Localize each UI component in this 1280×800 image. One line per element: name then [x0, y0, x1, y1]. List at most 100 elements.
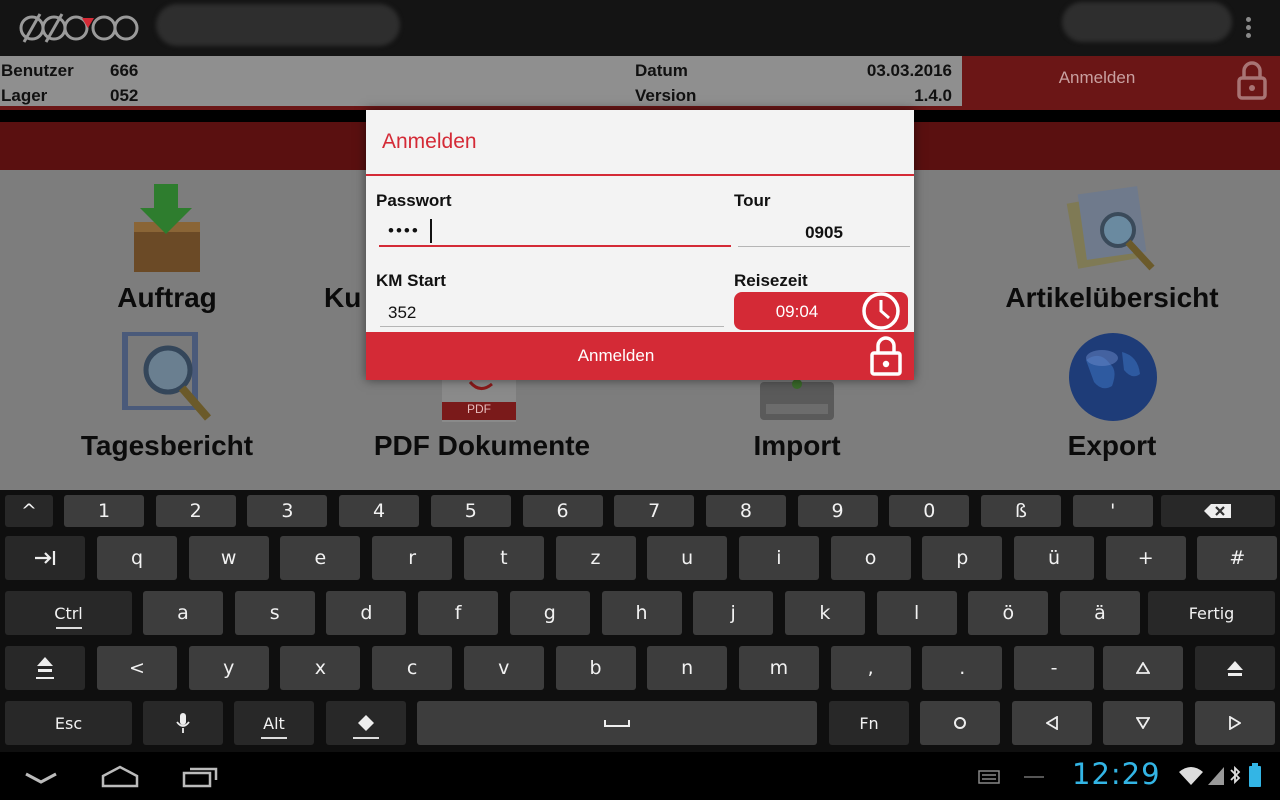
status-clock: 12:29 — [1072, 757, 1161, 791]
key-1[interactable]: 1 — [64, 495, 144, 527]
datum-value: 03.03.2016 — [866, 61, 952, 80]
key-0[interactable]: ^ — [5, 495, 53, 527]
arrow-right-key[interactable] — [1195, 701, 1275, 745]
fn-key[interactable]: Fn — [829, 701, 909, 745]
passwort-input[interactable]: •••• — [388, 221, 420, 241]
key-q[interactable]: q — [97, 536, 177, 580]
tour-underline — [738, 246, 910, 247]
key-h[interactable]: h — [601, 591, 682, 635]
microphone-icon — [176, 713, 190, 733]
tile-artikel-label[interactable]: Artikelübersicht — [994, 282, 1230, 314]
bluetooth-icon — [1230, 765, 1241, 785]
hide-keyboard-icon[interactable] — [24, 770, 58, 786]
key-i[interactable]: i — [738, 536, 819, 580]
key-2[interactable]: 2 — [155, 495, 236, 527]
key-8[interactable]: m — [738, 646, 819, 690]
key-5[interactable]: v — [463, 646, 544, 690]
key-10[interactable]: . — [922, 646, 1003, 690]
tile-tagesbericht-label[interactable]: Tagesbericht — [60, 430, 274, 462]
key-p[interactable]: p — [922, 536, 1003, 580]
key-3[interactable]: x — [280, 646, 361, 690]
km-start-input[interactable]: 352 — [388, 303, 416, 323]
tab-key[interactable] — [5, 536, 85, 580]
esc-key[interactable]: Esc — [5, 701, 132, 745]
arrow-up-key[interactable] — [1103, 646, 1183, 690]
key-f[interactable]: f — [418, 591, 499, 635]
km-start-label: KM Start — [376, 271, 446, 290]
tile-kunden-label[interactable]: Ku — [324, 282, 368, 314]
key-11[interactable]: - — [1014, 646, 1094, 690]
shift-key[interactable] — [1195, 646, 1275, 690]
tour-input[interactable]: 0905 — [738, 223, 910, 243]
key-6[interactable]: 6 — [522, 495, 603, 527]
key-12[interactable]: ' — [1072, 495, 1153, 527]
globe-icon[interactable] — [1066, 330, 1160, 424]
tile-pdf-label[interactable]: PDF Dokumente — [350, 430, 614, 462]
article-overview-icon[interactable] — [1062, 184, 1162, 276]
space-key[interactable] — [417, 701, 817, 745]
voice-key[interactable] — [143, 701, 223, 745]
key-a[interactable]: a — [143, 591, 223, 635]
overflow-menu-icon[interactable] — [1240, 14, 1256, 42]
key-r[interactable]: r — [372, 536, 453, 580]
download-box-icon[interactable] — [128, 180, 204, 276]
version-value: 1.4.0 — [914, 86, 952, 105]
key-4[interactable]: c — [372, 646, 453, 690]
key-2[interactable]: y — [188, 646, 269, 690]
benutzer-label: Benutzer — [1, 61, 74, 80]
key-+[interactable]: + — [1105, 536, 1186, 580]
backspace-key[interactable] — [1161, 495, 1275, 527]
key-8[interactable]: 8 — [705, 495, 786, 527]
key-s[interactable]: s — [234, 591, 315, 635]
daily-report-icon[interactable] — [118, 326, 216, 424]
key-4[interactable]: 4 — [339, 495, 420, 527]
tile-import-label[interactable]: Import — [690, 430, 904, 462]
redacted-area — [1062, 2, 1232, 42]
key-ü[interactable]: ü — [1014, 536, 1094, 580]
arrow-left-key[interactable] — [1012, 701, 1092, 745]
import-drive-icon[interactable] — [758, 376, 836, 422]
key-d[interactable]: d — [326, 591, 407, 635]
key-u[interactable]: u — [647, 536, 728, 580]
key-3[interactable]: 3 — [247, 495, 328, 527]
key-11[interactable]: ß — [981, 495, 1061, 527]
tab-icon — [35, 551, 56, 565]
key-9[interactable]: , — [830, 646, 911, 690]
key-j[interactable]: j — [693, 591, 774, 635]
key-z[interactable]: z — [555, 536, 636, 580]
key-9[interactable]: 9 — [797, 495, 878, 527]
key-k[interactable]: k — [784, 591, 865, 635]
recent-apps-icon[interactable] — [182, 764, 220, 788]
key-w[interactable]: w — [188, 536, 269, 580]
key-10[interactable]: 0 — [889, 495, 970, 527]
key-ö[interactable]: ö — [968, 591, 1049, 635]
key-g[interactable]: g — [509, 591, 590, 635]
km-start-underline — [380, 326, 724, 327]
tile-export-label[interactable]: Export — [1004, 430, 1220, 462]
key-l[interactable]: l — [876, 591, 957, 635]
key-7[interactable]: n — [647, 646, 728, 690]
keyboard-status-icon — [978, 770, 1000, 784]
key-e[interactable]: e — [280, 536, 361, 580]
home-icon[interactable] — [100, 764, 140, 788]
arrow-down-key[interactable] — [1103, 701, 1183, 745]
tile-auftrag-label[interactable]: Auftrag — [60, 282, 274, 314]
home-cursor-key[interactable] — [920, 701, 1000, 745]
reisezeit-value: 09:04 — [775, 302, 819, 321]
key-o[interactable]: o — [830, 536, 911, 580]
space-icon — [604, 720, 630, 727]
key-7[interactable]: 7 — [614, 495, 695, 527]
ctrl-key[interactable]: Ctrl — [5, 591, 132, 635]
key-6[interactable]: b — [555, 646, 636, 690]
key-indicator — [353, 737, 379, 739]
key-5[interactable]: 5 — [430, 495, 511, 527]
key-#[interactable]: # — [1197, 536, 1278, 580]
key-t[interactable]: t — [463, 536, 544, 580]
alt-key[interactable]: Alt — [234, 701, 314, 745]
symbols-key[interactable] — [326, 701, 406, 745]
shift-lock-key[interactable] — [5, 646, 85, 690]
key-1[interactable]: < — [97, 646, 177, 690]
fertig-key[interactable]: Fertig — [1148, 591, 1275, 635]
arrow-left-icon — [1046, 716, 1058, 730]
key-ä[interactable]: ä — [1060, 591, 1140, 635]
